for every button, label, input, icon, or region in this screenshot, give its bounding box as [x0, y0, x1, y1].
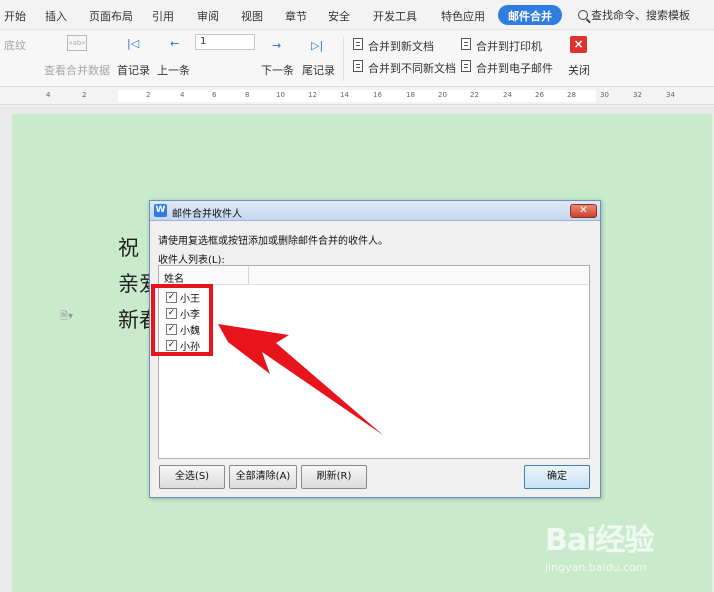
- close-mail-merge-button[interactable]: 关闭: [568, 62, 590, 78]
- select-all-button[interactable]: 全选(S): [159, 465, 225, 489]
- dialog-title: 邮件合并收件人: [172, 209, 242, 220]
- menu-tab-review[interactable]: 审阅: [197, 8, 219, 24]
- menu-tab-view[interactable]: 视图: [241, 8, 263, 24]
- horizontal-ruler[interactable]: 4 2 2 4 6 8 10 12 14 16 18 20 22 24 26 2…: [0, 88, 714, 105]
- ruler-tick: 16: [373, 91, 382, 99]
- document-line-1: 祝: [118, 236, 139, 260]
- annotation-highlight-box: [151, 284, 213, 356]
- menu-tab-references[interactable]: 引用: [152, 8, 174, 24]
- menu-tab-chapter[interactable]: 章节: [285, 8, 307, 24]
- ruler-tick: 26: [535, 91, 544, 99]
- mail-merge-toolbar: 底纹 «ab» 查看合并数据 |◁ 首记录 ← 上一条 1 → 下一条 ▷| 尾…: [0, 31, 714, 87]
- wps-logo-icon: W: [154, 204, 167, 217]
- dialog-title-bar[interactable]: W 邮件合并收件人 ✕: [150, 201, 600, 221]
- paragraph-options-icon[interactable]: 🗎▾: [60, 309, 73, 326]
- last-record-label[interactable]: 尾记录: [302, 62, 335, 78]
- menu-tab-developer[interactable]: 开发工具: [373, 8, 417, 24]
- ruler-tick: 2: [146, 91, 151, 99]
- first-record-label[interactable]: 首记录: [117, 62, 150, 78]
- close-icon[interactable]: ×: [570, 36, 587, 53]
- recipient-list-label: 收件人列表(L):: [158, 255, 225, 266]
- ruler-tick: 22: [470, 91, 479, 99]
- documents-icon: [353, 60, 363, 72]
- view-merged-data-button[interactable]: 查看合并数据: [44, 62, 110, 78]
- ok-button[interactable]: 确定: [524, 465, 590, 489]
- merge-to-printer-button[interactable]: 合并到打印机: [476, 38, 542, 54]
- dialog-instruction: 请使用复选框或按钮添加或删除邮件合并的收件人。: [158, 236, 388, 247]
- menu-bar: 开始 插入 页面布局 引用 审阅 视图 章节 安全 开发工具 特色应用 邮件合并…: [0, 0, 714, 30]
- ruler-text-area: [118, 90, 596, 102]
- last-record-icon[interactable]: ▷|: [311, 40, 323, 51]
- list-header: 姓名: [159, 266, 589, 285]
- menu-tab-page-layout[interactable]: 页面布局: [89, 8, 133, 24]
- menu-tab-insert[interactable]: 插入: [45, 8, 67, 24]
- ruler-tick: 18: [406, 91, 415, 99]
- new-document-icon: [353, 38, 363, 50]
- menu-tab-mail-merge[interactable]: 邮件合并: [498, 5, 562, 25]
- merge-field-icon: «ab»: [67, 35, 87, 51]
- menu-tab-start[interactable]: 开始: [4, 8, 26, 24]
- ruler-tick: 12: [308, 91, 317, 99]
- ruler-tick: 30: [600, 91, 609, 99]
- ruler-tick: 4: [180, 91, 185, 99]
- search-icon: [578, 10, 588, 20]
- recipient-list[interactable]: 姓名 ✓ 小王 ✓ 小李 ✓ 小魏 ✓ 小孙: [158, 265, 590, 459]
- ruler-tick: 6: [212, 91, 217, 99]
- column-divider: [248, 266, 249, 284]
- command-search-label: 查找命令、搜索模板: [591, 9, 690, 22]
- ruler-tick: 24: [503, 91, 512, 99]
- ruler-tick: 34: [666, 91, 675, 99]
- merge-to-new-document-button[interactable]: 合并到新文档: [368, 38, 434, 54]
- watermark: Bai经验 jingyan.baidu.com: [545, 515, 654, 574]
- ruler-tick: 20: [438, 91, 447, 99]
- merge-to-email-button[interactable]: 合并到电子邮件: [476, 60, 553, 76]
- column-header-name[interactable]: 姓名: [164, 270, 184, 285]
- clear-all-button[interactable]: 全部清除(A): [229, 465, 297, 489]
- ruler-tick: 10: [276, 91, 285, 99]
- next-record-label[interactable]: 下一条: [261, 62, 294, 78]
- ruler-tick: 32: [633, 91, 642, 99]
- printer-icon: [461, 38, 471, 50]
- menu-tab-security[interactable]: 安全: [328, 8, 350, 24]
- email-icon: [461, 60, 471, 72]
- prev-record-icon[interactable]: ←: [170, 38, 179, 49]
- mail-merge-recipients-dialog: W 邮件合并收件人 ✕ 请使用复选框或按钮添加或删除邮件合并的收件人。 收件人列…: [149, 200, 601, 498]
- watermark-logo: Bai经验: [545, 523, 654, 558]
- close-icon[interactable]: ✕: [570, 204, 597, 218]
- shading-button[interactable]: 底纹: [4, 37, 26, 53]
- prev-record-label[interactable]: 上一条: [157, 62, 190, 78]
- ruler-tick: 14: [340, 91, 349, 99]
- next-record-icon[interactable]: →: [272, 40, 281, 51]
- menu-tab-special-apps[interactable]: 特色应用: [441, 8, 485, 24]
- refresh-button[interactable]: 刷新(R): [301, 465, 367, 489]
- merge-to-different-documents-button[interactable]: 合并到不同新文档: [368, 60, 456, 76]
- watermark-url: jingyan.baidu.com: [545, 561, 647, 574]
- ruler-tick: 28: [567, 91, 576, 99]
- ruler-tick: 2: [82, 91, 87, 99]
- first-record-icon[interactable]: |◁: [127, 38, 139, 49]
- record-number-field[interactable]: 1: [195, 34, 255, 50]
- ruler-tick: 4: [46, 91, 51, 99]
- ruler-tick: 8: [245, 91, 250, 99]
- toolbar-divider: [343, 37, 344, 81]
- command-search[interactable]: 查找命令、搜索模板: [578, 7, 690, 23]
